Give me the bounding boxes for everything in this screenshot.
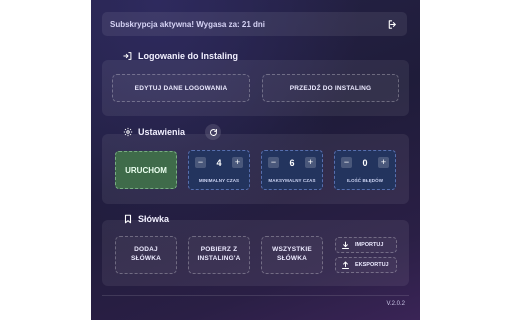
max-time-increase-button[interactable]: + [305,157,316,168]
subscription-status: Subskrypcja aktywna! Wygasa za: 21 dni [110,19,266,29]
export-label: EKSPORTUJ [355,262,389,268]
max-time-label: MAKSYMALNY CZAS [268,178,316,183]
errors-label: ILOŚĆ BŁĘDÓW [346,178,384,183]
errors-increase-button[interactable]: + [378,157,389,168]
add-words-button[interactable]: DODAJ SŁÓWKA [115,236,177,274]
upload-icon [342,261,349,269]
errors-stepper: − 0 + ILOŚĆ BŁĘDÓW [334,150,396,190]
extension-panel: Subskrypcja aktywna! Wygasa za: 21 dni L… [91,0,420,320]
import-button[interactable]: IMPORTUJ [335,237,397,253]
import-label: IMPORTUJ [355,242,384,248]
logout-button[interactable] [385,17,399,31]
subscription-banner: Subskrypcja aktywna! Wygasa za: 21 dni [102,12,407,36]
max-time-stepper: − 6 + MAKSYMALNY CZAS [261,150,323,190]
all-words-label: WSZYSTKIE SŁÓWKA [272,246,312,262]
fetch-words-label: POBIERZ Z INSTALING'A [197,246,241,262]
download-icon [342,241,349,249]
max-time-value: 6 [289,157,295,168]
min-time-value: 4 [216,157,222,168]
all-words-button[interactable]: WSZYSTKIE SŁÓWKA [261,236,323,274]
version-label: V.2.0.2 [386,301,405,307]
start-button[interactable]: URUCHOM [115,151,177,189]
footer-divider [102,295,409,296]
errors-value: 0 [362,157,368,168]
login-card: EDYTUJ DANE LOGOWANIA PRZEJDŹ DO INSTALI… [102,60,409,116]
max-time-decrease-button[interactable]: − [268,157,279,168]
min-time-increase-button[interactable]: + [232,157,243,168]
fetch-words-button[interactable]: POBIERZ Z INSTALING'A [188,236,250,274]
add-words-label: DODAJ SŁÓWKA [130,246,162,262]
errors-decrease-button[interactable]: − [341,157,352,168]
min-time-stepper: − 4 + MINIMALNY CZAS [188,150,250,190]
edit-login-button[interactable]: EDYTUJ DANE LOGOWANIA [112,74,250,102]
goto-instaling-button[interactable]: PRZEJDŹ DO INSTALING [262,74,399,102]
export-button[interactable]: EKSPORTUJ [335,257,397,273]
min-time-label: MINIMALNY CZAS [198,178,240,183]
logout-icon [388,19,396,29]
min-time-decrease-button[interactable]: − [195,157,206,168]
